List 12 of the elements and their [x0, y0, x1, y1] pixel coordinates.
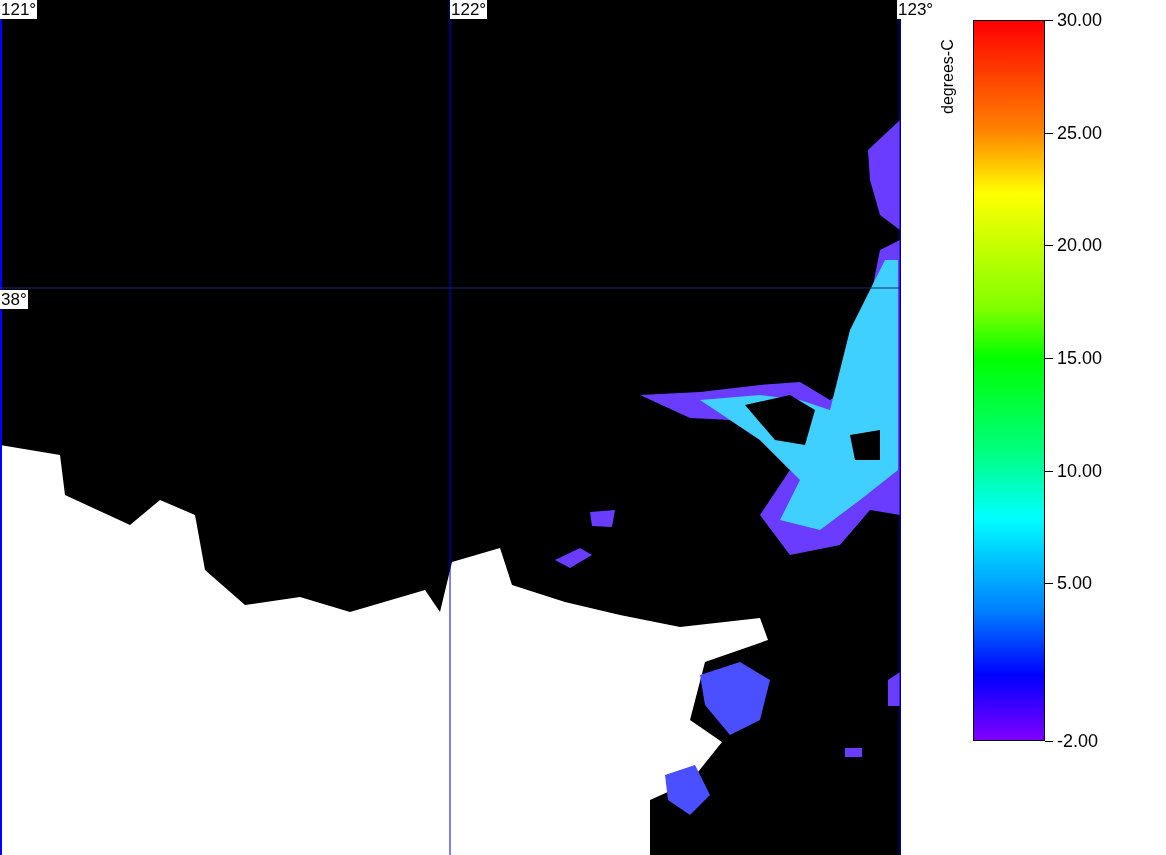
- colorbar-title: degrees-C: [939, 39, 957, 114]
- colorbar-tick-label: 10.00: [1057, 460, 1103, 481]
- colorbar-tick-label: 5.00: [1057, 573, 1093, 594]
- colorbar-tick-label: 25.00: [1057, 122, 1103, 143]
- longitude-label: 123°: [897, 0, 935, 19]
- colorbar-tick-label: 20.00: [1057, 235, 1103, 256]
- colorbar-tick-label: 15.00: [1057, 347, 1103, 368]
- longitude-label: 121°: [0, 0, 38, 19]
- colorbar-tick-label: 30.00: [1057, 10, 1103, 30]
- latitude-label: 38°: [0, 290, 28, 309]
- longitude-label: 122°: [450, 0, 488, 19]
- colorbar-tick-label: -2.00: [1057, 731, 1099, 751]
